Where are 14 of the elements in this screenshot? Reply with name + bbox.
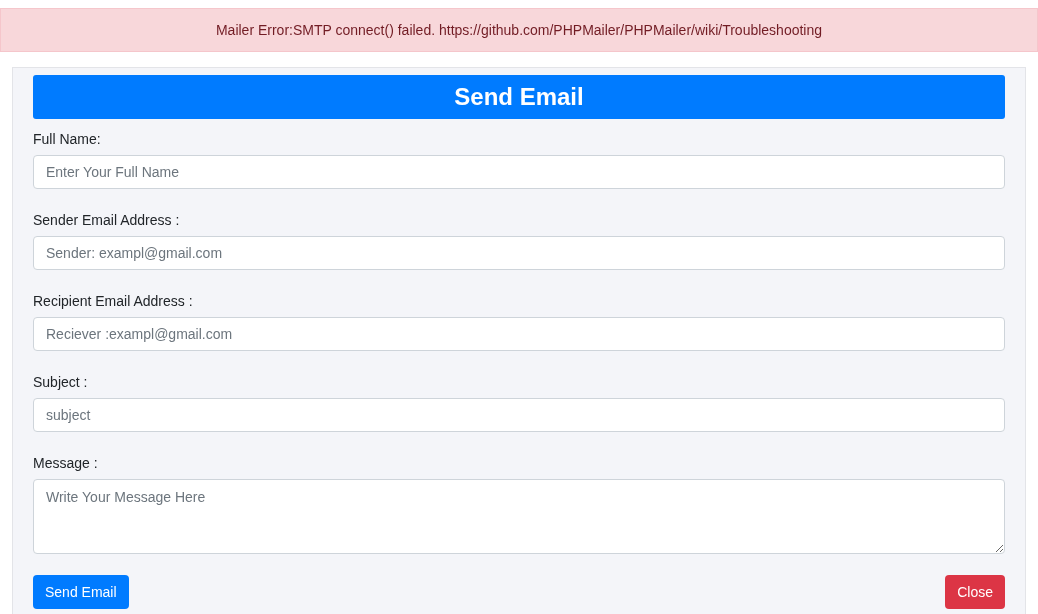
error-message: Mailer Error:SMTP connect() failed. https://github.com/PHPMailer/PHPMailer/wiki/Troubleshooting [215, 20, 823, 40]
field-label: Full Name: [33, 130, 102, 149]
form-title: Send Email [33, 75, 1005, 119]
field-label: Recipient Email Address : [33, 292, 194, 311]
field-label: Subject : [33, 373, 89, 392]
input-field[interactable]: Sender: exampl@gmail.com [33, 236, 1005, 270]
input-field[interactable]: subject [33, 398, 1005, 432]
input-field[interactable]: Reciever :exampl@gmail.com [33, 317, 1005, 351]
close-button[interactable]: Close [945, 575, 1005, 609]
field-label: Message : [33, 454, 99, 473]
send-button[interactable]: Send Email [33, 575, 129, 609]
message-field[interactable]: Write Your Message Here [33, 479, 1005, 554]
field-label: Sender Email Address : [33, 211, 181, 230]
input-field[interactable]: Enter Your Full Name [33, 155, 1005, 189]
